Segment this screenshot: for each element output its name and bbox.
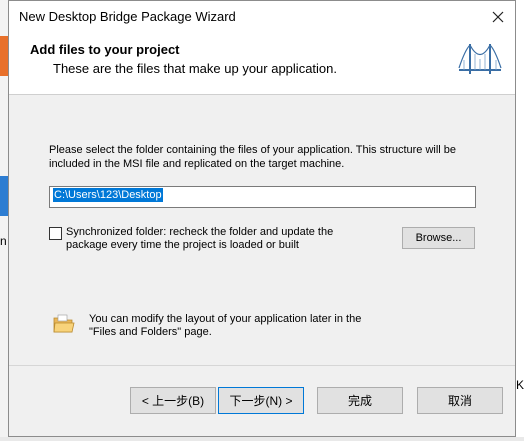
wizard-footer: < 上一步(B) 下一步(N) > 完成 取消 bbox=[9, 365, 515, 436]
folder-path-input[interactable]: C:\Users\123\Desktop bbox=[49, 186, 476, 208]
folder-icon bbox=[53, 314, 75, 333]
back-button[interactable]: < 上一步(B) bbox=[130, 387, 216, 414]
folder-description: Please select the folder containing the … bbox=[49, 144, 457, 170]
wizard-dialog: New Desktop Bridge Package Wizard Add fi… bbox=[8, 0, 516, 437]
close-icon bbox=[492, 11, 504, 22]
browse-button[interactable]: Browse... bbox=[402, 227, 475, 249]
page-subtitle: These are the files that make up your ap… bbox=[53, 61, 337, 76]
page-title: Add files to your project bbox=[30, 42, 180, 57]
wizard-content: Please select the folder containing the … bbox=[9, 95, 515, 368]
synchronized-folder-label[interactable]: Synchronized folder: recheck the folder … bbox=[66, 226, 366, 252]
bridge-icon bbox=[458, 43, 502, 74]
cancel-button[interactable]: 取消 bbox=[417, 387, 503, 414]
background-app-blue-tile bbox=[0, 176, 8, 216]
finish-button[interactable]: 完成 bbox=[317, 387, 403, 414]
wizard-header: Add files to your project These are the … bbox=[9, 32, 515, 95]
background-app-orange-tile bbox=[0, 36, 8, 76]
next-button[interactable]: 下一步(N) > bbox=[218, 387, 304, 414]
title-bar[interactable]: New Desktop Bridge Package Wizard bbox=[9, 1, 515, 32]
background-app-bottom bbox=[0, 437, 524, 441]
synchronized-folder-checkbox[interactable] bbox=[49, 227, 62, 240]
folder-path-value: C:\Users\123\Desktop bbox=[53, 188, 163, 202]
background-app-text-right: K bbox=[515, 378, 524, 392]
close-button[interactable] bbox=[481, 1, 515, 32]
window-title: New Desktop Bridge Package Wizard bbox=[19, 9, 236, 24]
background-app-text-left: n bbox=[0, 234, 7, 248]
layout-info-text: You can modify the layout of your applic… bbox=[89, 313, 362, 338]
